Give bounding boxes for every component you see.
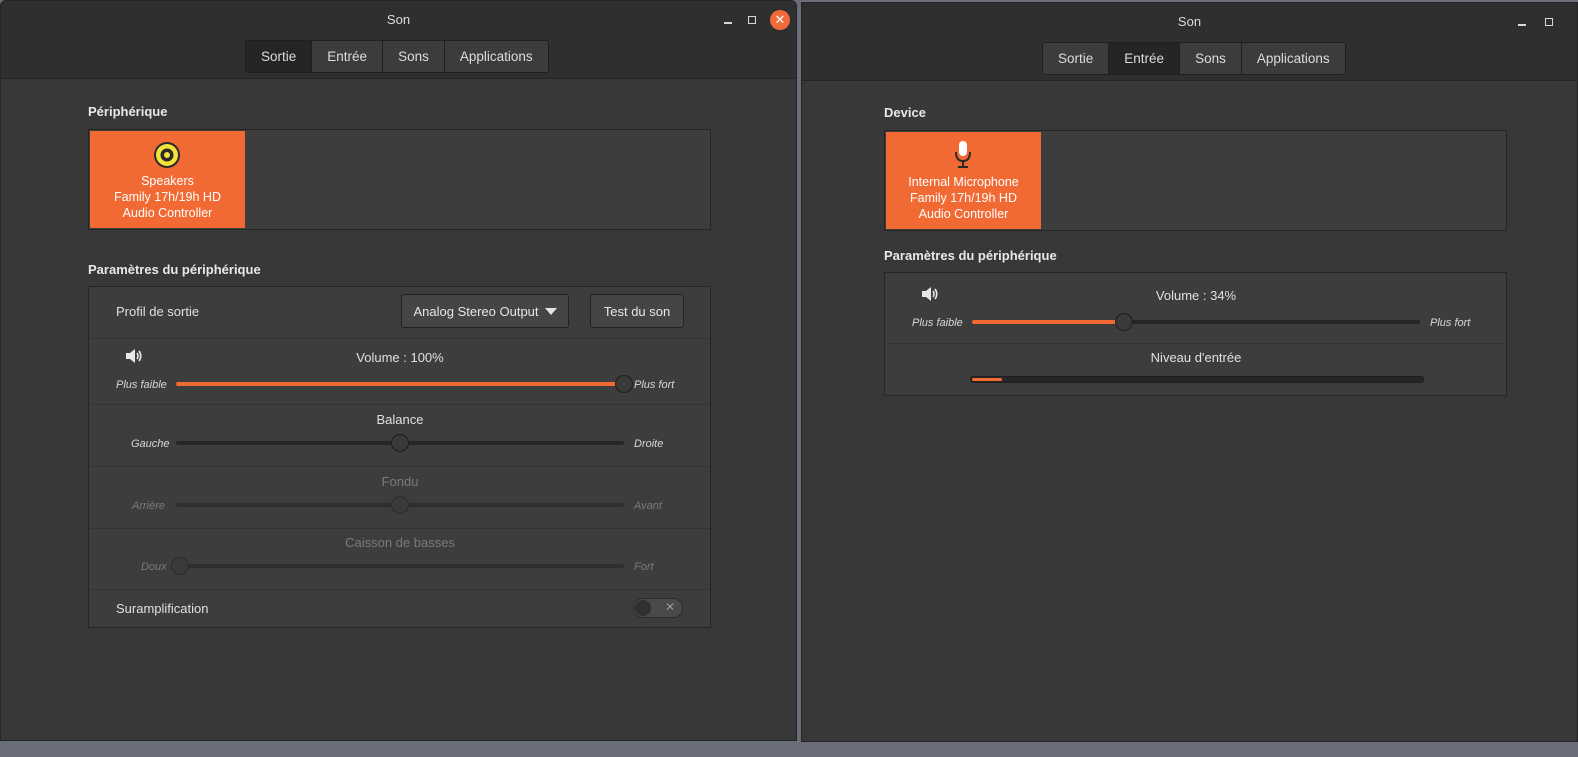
input-sound-window: Son Sortie Entrée Sons Applications Devi… [801,2,1578,742]
volume-label: Volume : 34% [1155,288,1237,303]
device-list: Internal Microphone Family 17h/19h HD Au… [884,130,1507,231]
minimize-button[interactable] [1512,12,1532,32]
device-speakers[interactable]: Speakers Family 17h/19h HD Audio Control… [90,131,245,228]
tab-entree[interactable]: Entrée [312,41,384,72]
settings-panel: Profil de sortie Analog Stereo Output Te… [88,286,711,628]
subwoofer-slider-handle [171,557,189,575]
settings-panel: Volume : 34% Plus faible Plus fort Nivea… [884,272,1507,396]
volume-icon [922,287,938,301]
divider [89,589,710,590]
switch-knob [635,600,651,616]
output-sound-window: Son ✕ Sortie Entrée Sons Applications Pé… [0,0,797,741]
volume-slider-fill [972,320,1125,324]
device-desc-2: Audio Controller [122,206,213,220]
settings-section-label: Paramètres du périphérique [884,248,1057,263]
divider [89,404,710,405]
maximize-button[interactable] [742,10,762,30]
fade-slider [176,496,624,514]
volume-label: Volume : 100% [356,350,444,365]
balance-right-label: Droite [634,438,664,450]
device-list: Speakers Family 17h/19h HD Audio Control… [88,129,711,230]
fade-slider-handle [391,496,409,514]
settings-section-label: Paramètres du périphérique [88,262,261,277]
minimize-icon [724,22,732,24]
device-section-label: Device [884,105,926,120]
volume-icon [126,349,142,363]
minimize-button[interactable] [718,10,738,30]
volume-slider[interactable] [972,313,1420,331]
tab-sortie[interactable]: Sortie [1043,43,1110,74]
close-icon: ✕ [774,12,786,27]
volume-slider[interactable] [176,375,633,393]
tab-sons[interactable]: Sons [1180,43,1242,74]
maximize-button[interactable] [1539,12,1559,32]
speaker-icon [154,142,180,168]
tab-bar: Sortie Entrée Sons Applications [245,40,549,73]
tab-applications[interactable]: Applications [1241,43,1345,74]
device-name: Internal Microphone [908,175,1019,189]
profile-dropdown[interactable]: Analog Stereo Output [401,294,569,328]
maximize-icon [1545,18,1553,26]
volume-min-label: Plus faible [116,379,167,391]
close-icon: ✕ [664,600,675,614]
volume-max-label: Plus fort [1430,317,1471,329]
device-desc-1: Family 17h/19h HD [910,191,1017,205]
divider [89,466,710,467]
tab-bar: Sortie Entrée Sons Applications [1042,42,1346,75]
divider [89,338,710,339]
volume-min-label: Plus faible [912,317,963,329]
device-name: Speakers [141,174,194,188]
device-desc-1: Family 17h/19h HD [114,190,221,204]
subwoofer-high-label: Fort [634,561,654,573]
microphone-icon [955,141,971,168]
volume-slider-handle[interactable] [615,375,633,393]
subwoofer-slider [171,557,624,575]
window-title: Son [1177,14,1202,29]
overamplification-label: Suramplification [116,601,209,616]
balance-slider-handle[interactable] [391,434,409,452]
volume-slider-handle[interactable] [1115,313,1134,331]
close-button[interactable]: ✕ [770,10,790,30]
divider [89,528,710,529]
tab-applications[interactable]: Applications [444,41,548,72]
balance-slider[interactable] [176,434,624,452]
profile-value: Analog Stereo Output [413,303,539,319]
device-internal-microphone[interactable]: Internal Microphone Family 17h/19h HD Au… [886,132,1041,229]
input-level-fill [972,378,1002,381]
test-sound-button[interactable]: Test du son [590,294,684,328]
titlebar: Son ✕ Sortie Entrée Sons Applications [1,1,796,79]
device-section-label: Périphérique [88,104,168,119]
fade-front-label: Avant [634,500,662,512]
maximize-icon [748,16,756,24]
input-level-meter [970,376,1424,383]
tab-entree[interactable]: Entrée [1109,43,1181,74]
balance-label: Balance [376,412,424,427]
subwoofer-label: Caisson de basses [345,535,455,550]
titlebar: Son Sortie Entrée Sons Applications [802,3,1577,81]
balance-left-label: Gauche [131,438,170,450]
volume-max-label: Plus fort [634,379,675,391]
subwoofer-low-label: Doux [141,561,167,573]
minimize-icon [1518,24,1526,26]
fade-label: Fondu [381,474,419,489]
divider [885,343,1506,344]
tab-sons[interactable]: Sons [383,41,445,72]
overamplification-switch[interactable]: ✕ [633,598,683,618]
volume-slider-fill [176,382,624,386]
chevron-down-icon [544,307,557,315]
fade-back-label: Arrière [132,500,166,512]
tab-sortie[interactable]: Sortie [246,41,313,72]
window-title: Son [386,12,411,27]
input-level-label: Niveau d'entrée [1150,350,1242,365]
device-desc-2: Audio Controller [918,207,1009,221]
profile-label: Profil de sortie [116,304,200,319]
